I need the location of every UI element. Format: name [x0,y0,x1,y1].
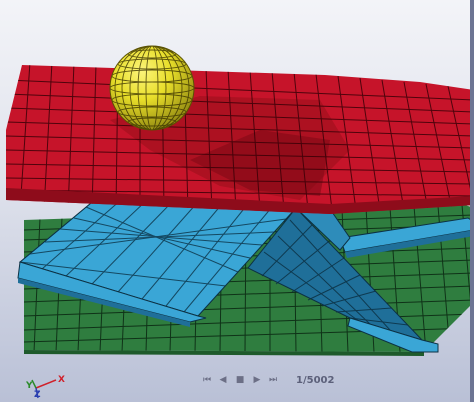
viewport-right-edge [470,0,474,402]
frame-counter: 1/5002 [296,374,335,386]
axis-x-label: X [58,375,65,385]
axis-triad: X Y Z [26,374,70,400]
upper-plate [6,65,474,214]
axis-z-label: Z [34,390,41,400]
next-frame-button[interactable]: ▶ [250,374,264,386]
model-viewport[interactable]: X Y Z ⏮ ◀ ■ ▶ ⏭ 1/5002 [0,0,474,402]
animation-playback-bar: ⏮ ◀ ■ ▶ ⏭ 1/5002 [200,372,335,388]
last-frame-button[interactable]: ⏭ [266,374,280,386]
previous-frame-button[interactable]: ◀ [216,374,230,386]
axis-y-label: Y [26,381,33,391]
stop-button[interactable]: ■ [232,374,248,386]
fe-model-scene[interactable] [0,0,474,402]
impactor-ball [109,45,195,131]
first-frame-button[interactable]: ⏮ [200,374,214,386]
